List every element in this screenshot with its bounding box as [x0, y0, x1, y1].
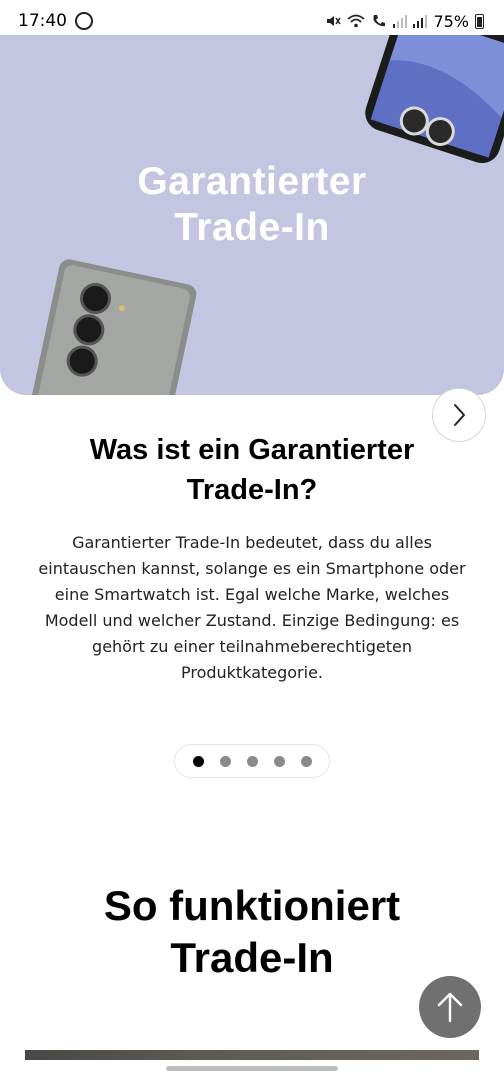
- pagination-dot-5[interactable]: [300, 755, 312, 767]
- section-heading-line2: Trade-In?: [186, 474, 318, 506]
- pagination-dot-3[interactable]: [246, 755, 258, 767]
- hero-title: Garantierter Trade-In: [0, 159, 504, 251]
- section-body-text: Garantierter Trade-In bedeutet, dass du …: [38, 533, 466, 682]
- fold-phone-image: [27, 259, 197, 395]
- arrow-up-icon: [437, 992, 463, 1023]
- next-section-image: [25, 1050, 479, 1060]
- section-heading: Was ist ein Garantierter Trade-In?: [40, 430, 464, 510]
- home-indicator[interactable]: [166, 1066, 338, 1071]
- pagination-dot-1[interactable]: [192, 755, 204, 767]
- scroll-to-top-button[interactable]: [419, 976, 481, 1038]
- mute-icon: [327, 16, 342, 26]
- how-it-works-line2: Trade-In: [170, 934, 334, 981]
- section-heading-line1: Was ist ein Garantierter: [89, 434, 415, 466]
- how-it-works-line1: So funktioniert: [103, 882, 401, 929]
- hero-banner: Garantierter Trade-In: [0, 35, 504, 395]
- hero-title-line1: Garantierter: [137, 160, 367, 203]
- signal-2-icon: [413, 15, 428, 28]
- pagination-dot-2[interactable]: [219, 755, 231, 767]
- chevron-right-icon: [454, 404, 465, 426]
- signal-1-icon: [393, 15, 408, 28]
- how-it-works-heading: So funktioniert Trade-In: [40, 880, 464, 984]
- hero-title-line2: Trade-In: [174, 206, 330, 249]
- pagination-dot-4[interactable]: [273, 755, 285, 767]
- status-right: 75%: [325, 12, 484, 31]
- wifi-icon: [347, 14, 366, 28]
- battery-percent: 75%: [433, 11, 469, 31]
- status-left: 17:40: [18, 11, 93, 31]
- battery-icon: [475, 13, 484, 29]
- carousel-pagination: [174, 744, 330, 778]
- call-icon: [373, 15, 386, 27]
- notification-circle-icon: [75, 12, 93, 30]
- status-time: 17:40: [18, 11, 67, 31]
